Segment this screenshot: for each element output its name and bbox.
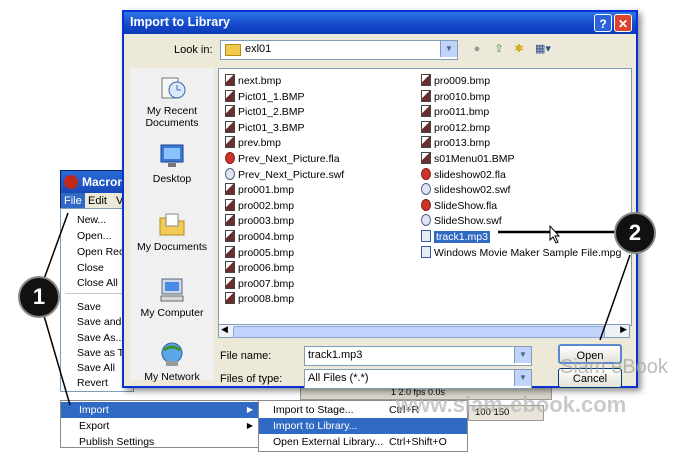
callout-step-1: 1 — [18, 276, 60, 318]
mouse-cursor-icon — [549, 224, 561, 244]
callout-line-to-import — [39, 301, 71, 406]
watermark-url: www.siam-ebook.com — [396, 392, 627, 417]
callout-line-to-open — [599, 254, 631, 341]
callout-step-2: 2 — [614, 212, 656, 254]
annotation-arrows — [39, 212, 631, 406]
watermark-text: Siam eBook — [560, 356, 668, 378]
